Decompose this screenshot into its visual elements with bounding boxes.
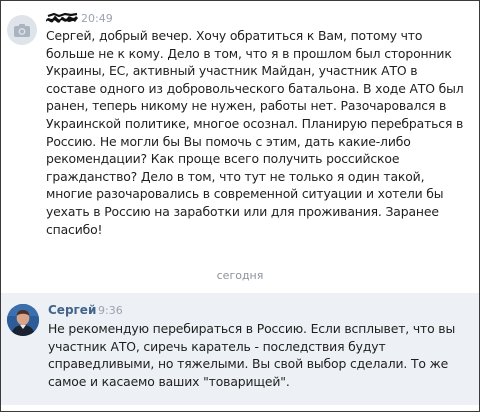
- chat-window: 20:49 Сергей, добрый вечер. Хочу обратит…: [0, 0, 480, 412]
- message-text: Не рекомендую перебираться в Россию. Есл…: [48, 321, 456, 389]
- camera-icon[interactable]: [7, 15, 37, 45]
- redacted-sender-name: [45, 10, 79, 24]
- sender-name[interactable]: Сергей: [48, 303, 96, 317]
- message-text: Сергей, добрый вечер. Хочу обратиться к …: [46, 28, 464, 237]
- message-incoming: 20:49 Сергей, добрый вечер. Хочу обратит…: [1, 1, 479, 263]
- message-time: 20:49: [81, 12, 113, 25]
- message-time: 9:36: [98, 304, 123, 317]
- date-divider: сегодня: [216, 269, 264, 282]
- message-reply: Сергей 9:36 Не рекомендую перебираться в…: [1, 293, 479, 405]
- avatar[interactable]: [7, 304, 39, 336]
